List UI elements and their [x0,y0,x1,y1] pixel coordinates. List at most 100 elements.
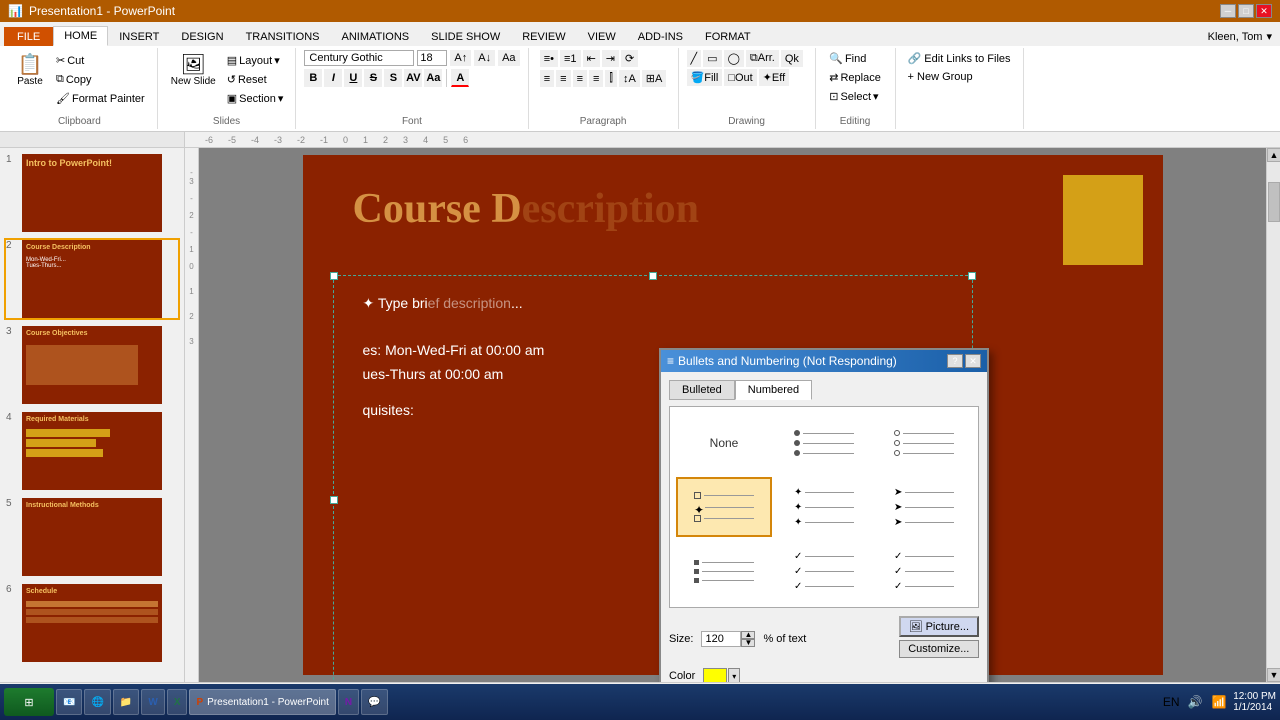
dialog-close-button[interactable]: ✕ [965,354,981,368]
align-right-button[interactable]: ≡ [573,70,587,87]
shape-fill-button[interactable]: 🪣Fill [687,69,723,86]
decrease-font-button[interactable]: A↓ [474,50,495,66]
scroll-down-button[interactable]: ▼ [1267,668,1280,682]
bullet-cell-dots[interactable] [776,413,872,473]
tab-addins[interactable]: ADD-INS [627,27,694,46]
new-slide-button[interactable]: 🖼 New Slide [166,52,221,90]
handle-tl[interactable] [330,272,338,280]
tab-file[interactable]: FILE [4,27,53,46]
tab-review[interactable]: REVIEW [511,27,576,46]
taskbar-ie[interactable]: 🌐 [84,689,110,715]
shape-outline-button[interactable]: □Out [724,69,756,86]
quick-styles-button[interactable]: Qk [781,50,803,67]
section-button[interactable]: ▣ Section ▾ [223,90,288,107]
customize-button[interactable]: Customize... [899,640,979,658]
tab-insert[interactable]: INSERT [108,27,170,46]
increase-indent-button[interactable]: ⇥ [602,50,619,67]
spacing-button[interactable]: AV [404,69,422,87]
taskbar-outlook[interactable]: 📧 [56,689,82,715]
bullet-cell-squares-solid[interactable] [676,541,772,601]
new-group-button[interactable]: + New Group [904,69,1015,85]
maximize-button[interactable]: □ [1238,4,1254,18]
taskbar-word[interactable]: W [141,689,164,715]
bullet-none-cell[interactable]: None [676,413,772,473]
bullet-cell-circles[interactable] [876,413,972,473]
font-name-input[interactable] [304,50,414,66]
bullet-cell-stars[interactable]: ✦ ✦ ✦ [776,477,872,537]
justify-button[interactable]: ≡ [589,70,603,87]
tab-view[interactable]: VIEW [577,27,627,46]
find-button[interactable]: 🔍 Find [825,50,885,67]
shape-btn-3[interactable]: ◯ [724,50,744,67]
format-painter-button[interactable]: 🖌 Format Painter [52,90,149,107]
shape-btn-1[interactable]: ╱ [687,50,702,67]
copy-button[interactable]: ⧉ Copy [52,71,149,88]
scroll-track[interactable] [1267,162,1280,668]
taskbar-onenote[interactable]: N [338,689,359,715]
start-button[interactable]: ⊞ [4,688,54,716]
color-swatch[interactable] [703,668,727,682]
decrease-indent-button[interactable]: ⇤ [583,50,600,67]
scroll-thumb[interactable] [1268,182,1280,222]
columns-button[interactable]: ⫿ [605,70,617,87]
font-color-button[interactable]: A [451,69,469,87]
increase-font-button[interactable]: A↑ [450,50,471,66]
tab-home[interactable]: HOME [53,26,108,46]
shadow-button[interactable]: S [384,69,402,87]
align-center-button[interactable]: ≡ [556,70,570,87]
tab-animations[interactable]: ANIMATIONS [331,27,421,46]
taskbar-powerpoint[interactable]: P Presentation1 - PowerPoint [189,689,335,715]
align-text-button[interactable]: ⊞A [642,70,667,87]
picture-button[interactable]: 🖼 Picture... [899,616,979,637]
size-down-button[interactable]: ▼ [741,639,755,647]
size-input[interactable] [701,631,741,647]
tab-format[interactable]: FORMAT [694,27,762,46]
shape-effects-button[interactable]: ✦Eff [759,69,789,86]
taskbar-excel[interactable]: X [167,689,188,715]
taskbar-lync[interactable]: 💬 [361,689,387,715]
dialog-help-button[interactable]: ? [947,354,963,368]
tab-slideshow[interactable]: SLIDE SHOW [420,27,511,46]
font-size-input[interactable] [417,50,447,66]
reset-button[interactable]: ↺ Reset [223,71,288,88]
slide-thumb-3[interactable]: 3 Course Objectives [4,324,180,406]
bullets-button[interactable]: ≡• [540,50,558,67]
cut-button[interactable]: ✂ Cut [52,52,149,69]
bullet-cell-squares-selected[interactable]: ✦ [676,477,772,537]
slide-thumb-1[interactable]: 1 Intro to PowerPoint! [4,152,180,234]
vertical-scrollbar[interactable]: ▲ ▼ [1266,148,1280,682]
tab-transitions[interactable]: TRANSITIONS [235,27,331,46]
layout-button[interactable]: ▤ Layout ▾ [223,52,288,69]
italic-button[interactable]: I [324,69,342,87]
strikethrough-button[interactable]: S [364,69,382,87]
numbering-button[interactable]: ≡1 [560,50,581,67]
slide-thumb-2[interactable]: 2 Course Description Mon-Wed-Fri...Tues-… [4,238,180,320]
bold-button[interactable]: B [304,69,322,87]
bullet-cell-checks[interactable]: ✓ ✓ ✓ [776,541,872,601]
color-dropdown-button[interactable]: ▾ [728,668,740,682]
tab-design[interactable]: DESIGN [170,27,234,46]
scroll-up-button[interactable]: ▲ [1267,148,1280,162]
underline-button[interactable]: U [344,69,362,87]
change-case-button[interactable]: Aa [424,69,442,87]
bullet-cell-arrows[interactable]: ➤ ➤ ➤ [876,477,972,537]
align-left-button[interactable]: ≡ [540,70,554,87]
text-direction-button[interactable]: ↕A [619,70,640,87]
slide-thumb-5[interactable]: 5 Instructional Methods [4,496,180,578]
arrange-button[interactable]: ⧉Arr. [746,50,779,67]
taskbar-explorer[interactable]: 📁 [113,689,139,715]
handle-tr[interactable] [968,272,976,280]
shape-btn-2[interactable]: ▭ [703,50,721,67]
handle-tm[interactable] [649,272,657,280]
smart-art-button[interactable]: ⟳ [621,50,638,67]
bullet-cell-checks2[interactable]: ✓ ✓ ✓ [876,541,972,601]
close-button[interactable]: ✕ [1256,4,1272,18]
network-icon[interactable]: 📶 [1209,692,1229,712]
slide-thumb-6[interactable]: 6 Schedule [4,582,180,664]
select-button[interactable]: ⊡ Select ▾ [825,88,885,105]
replace-button[interactable]: ⇄ Replace [825,69,885,86]
paste-button[interactable]: 📋 Paste [10,52,50,90]
handle-ml[interactable] [330,496,338,504]
minimize-button[interactable]: ─ [1220,4,1236,18]
tab-bulleted[interactable]: Bulleted [669,380,735,400]
